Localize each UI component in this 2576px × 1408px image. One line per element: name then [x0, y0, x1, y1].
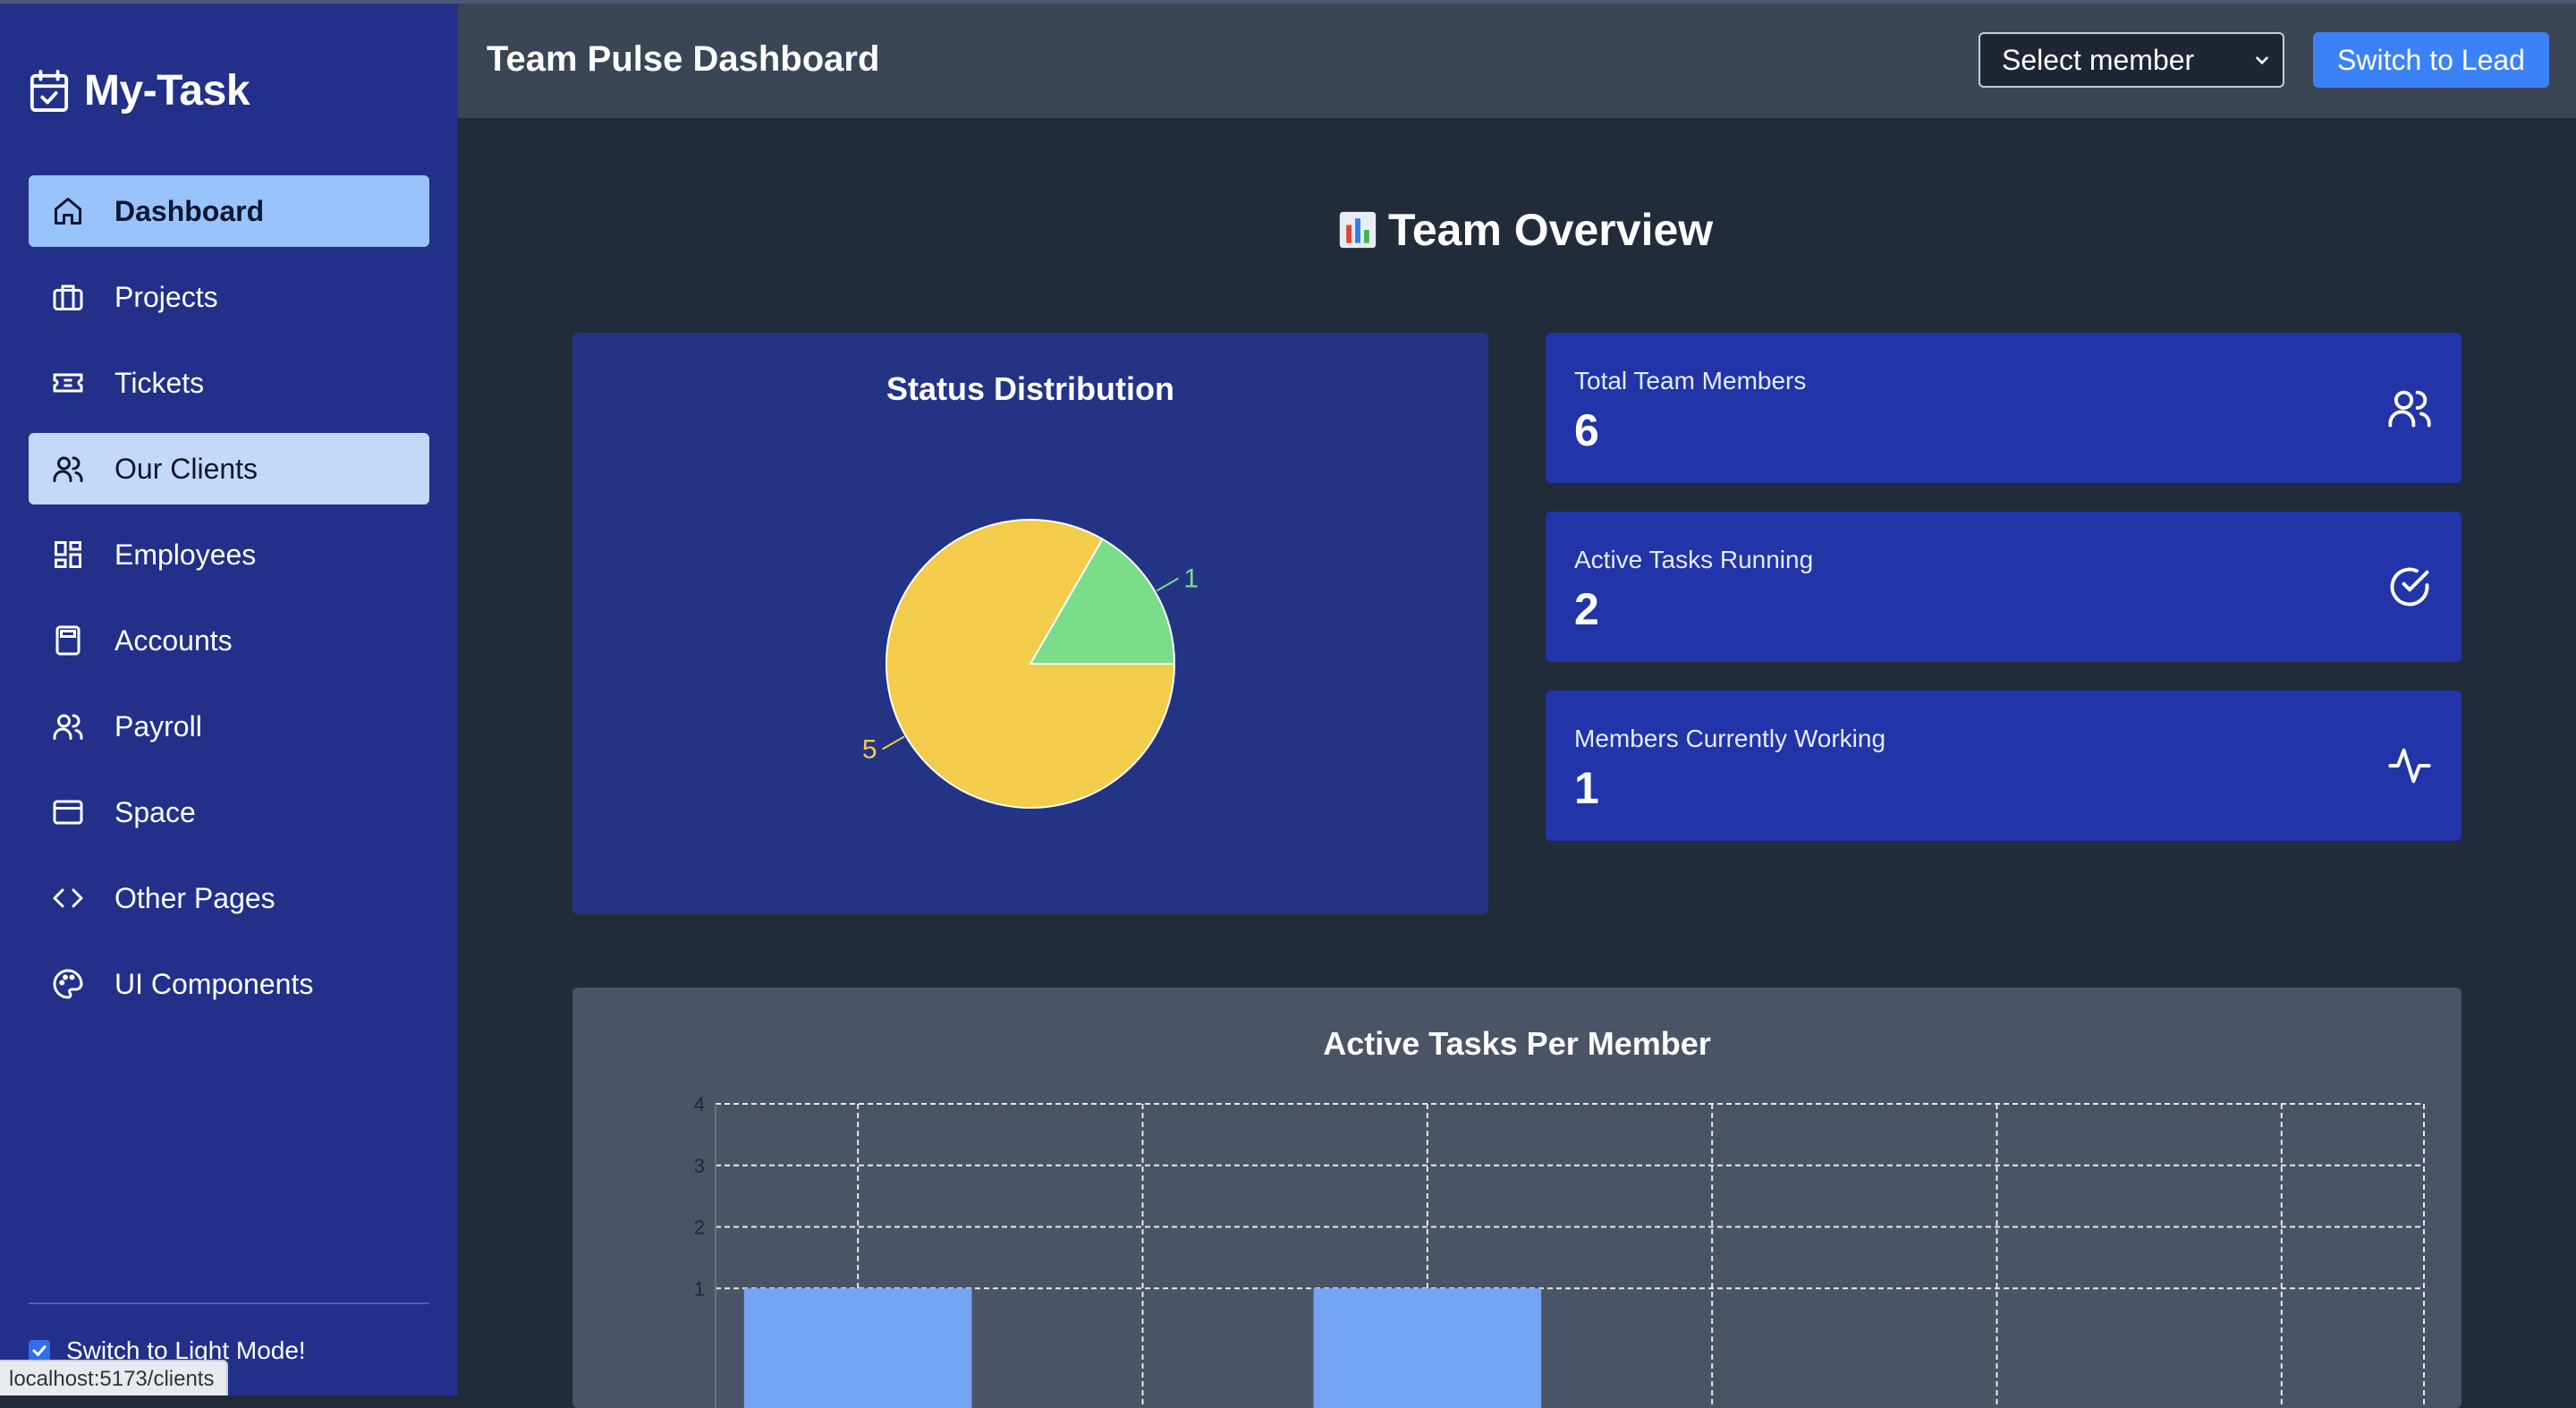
stat-card-total-members: Total Team Members 6 — [1546, 333, 2462, 483]
sidebar-item-payroll[interactable]: Payroll — [29, 691, 429, 762]
sidebar-item-ui-components[interactable]: UI Components — [29, 948, 429, 1020]
sidebar-item-label: Dashboard — [114, 194, 265, 227]
user-group-icon — [50, 708, 86, 744]
page-title: Team Pulse Dashboard — [487, 39, 880, 79]
check-circle-icon — [2390, 567, 2429, 606]
stat-card-members-working: Members Currently Working 1 — [1546, 691, 2462, 841]
section-title-text: Team Overview — [1388, 205, 1714, 255]
sidebar-item-label: Tickets — [114, 366, 205, 399]
code-icon — [50, 880, 86, 916]
sidebar-item-space[interactable]: Space — [29, 776, 429, 848]
sidebar-item-label: Our Clients — [114, 452, 258, 485]
brand[interactable]: My-Task — [29, 66, 250, 115]
checkbox-checked-icon[interactable] — [29, 1340, 50, 1361]
bar[interactable] — [1313, 1288, 1542, 1408]
link-status-url: localhost:5173/clients — [0, 1360, 229, 1395]
pie-chart: 15 — [862, 519, 1199, 809]
y-tick-label: 1 — [694, 1277, 705, 1300]
users-icon — [50, 451, 86, 487]
stat-label: Total Team Members — [1574, 367, 1807, 394]
sidebar-item-employees[interactable]: Employees — [29, 519, 429, 590]
bar[interactable] — [743, 1288, 972, 1408]
calendar-check-icon — [30, 69, 69, 112]
palette-icon — [50, 966, 86, 1002]
pie-label-line — [882, 735, 905, 751]
y-tick-label: 2 — [694, 1217, 705, 1239]
sidebar-divider — [29, 1302, 429, 1304]
sidebar-item-label: Other Pages — [114, 881, 275, 914]
sidebar-item-accounts[interactable]: Accounts — [29, 605, 429, 676]
header: Team Pulse Dashboard Select member Switc… — [458, 0, 2576, 118]
sidebar-item-our-clients[interactable]: Our Clients — [29, 433, 429, 505]
y-tick-label: 3 — [694, 1155, 705, 1177]
stat-card-active-tasks: Active Tasks Running 2 — [1546, 512, 2462, 662]
ticket-icon — [50, 365, 86, 401]
sidebar-item-label: Accounts — [114, 623, 233, 657]
pie-label: 5 — [862, 735, 877, 765]
sidebar-item-other-pages[interactable]: Other Pages — [29, 862, 429, 934]
active-tasks-card: Active Tasks Per Member 1234 — [572, 988, 2462, 1408]
sidebar-item-dashboard[interactable]: Dashboard — [29, 175, 429, 247]
window-icon — [50, 794, 86, 830]
sidebar: My-Task Dashboard Projects Tickets Our C… — [0, 0, 458, 1395]
sidebar-nav: Dashboard Projects Tickets Our Clients E… — [29, 175, 429, 1034]
member-select-value: Select member — [2002, 43, 2195, 76]
chevron-down-icon — [2256, 56, 2268, 65]
calculator-icon — [50, 623, 86, 658]
grid-icon — [50, 537, 86, 573]
stat-value: 6 — [1574, 405, 1599, 455]
briefcase-icon — [50, 279, 86, 315]
sidebar-item-label: UI Components — [114, 967, 314, 1000]
bar-chart: 1 2 3 4 — [694, 1093, 2425, 1408]
status-distribution-card: Status Distribution 15 — [572, 333, 1488, 914]
switch-to-lead-button[interactable]: Switch to Lead — [2313, 32, 2549, 88]
sidebar-item-tickets[interactable]: Tickets — [29, 347, 429, 419]
stat-label: Active Tasks Running — [1574, 546, 1814, 573]
users-icon — [2388, 390, 2431, 428]
stat-value: 1 — [1574, 763, 1599, 813]
sidebar-item-label: Payroll — [114, 709, 202, 742]
stat-label: Members Currently Working — [1574, 725, 1886, 752]
activity-icon — [2388, 748, 2431, 784]
sidebar-item-label: Space — [114, 795, 196, 828]
pie-label: 1 — [1183, 564, 1199, 594]
sidebar-item-label: Employees — [114, 538, 257, 571]
section-title: Team Overview — [1338, 204, 1713, 256]
sidebar-item-projects[interactable]: Projects — [29, 261, 429, 333]
y-tick-label: 4 — [694, 1093, 705, 1115]
stat-value: 2 — [1574, 584, 1599, 634]
bar-chart-emoji-icon — [1339, 211, 1377, 249]
brand-name: My-Task — [84, 67, 250, 115]
home-icon — [50, 193, 86, 229]
member-select[interactable]: Select member — [1979, 32, 2284, 88]
pie-label-line — [1156, 577, 1179, 592]
sidebar-item-label: Projects — [114, 280, 218, 313]
